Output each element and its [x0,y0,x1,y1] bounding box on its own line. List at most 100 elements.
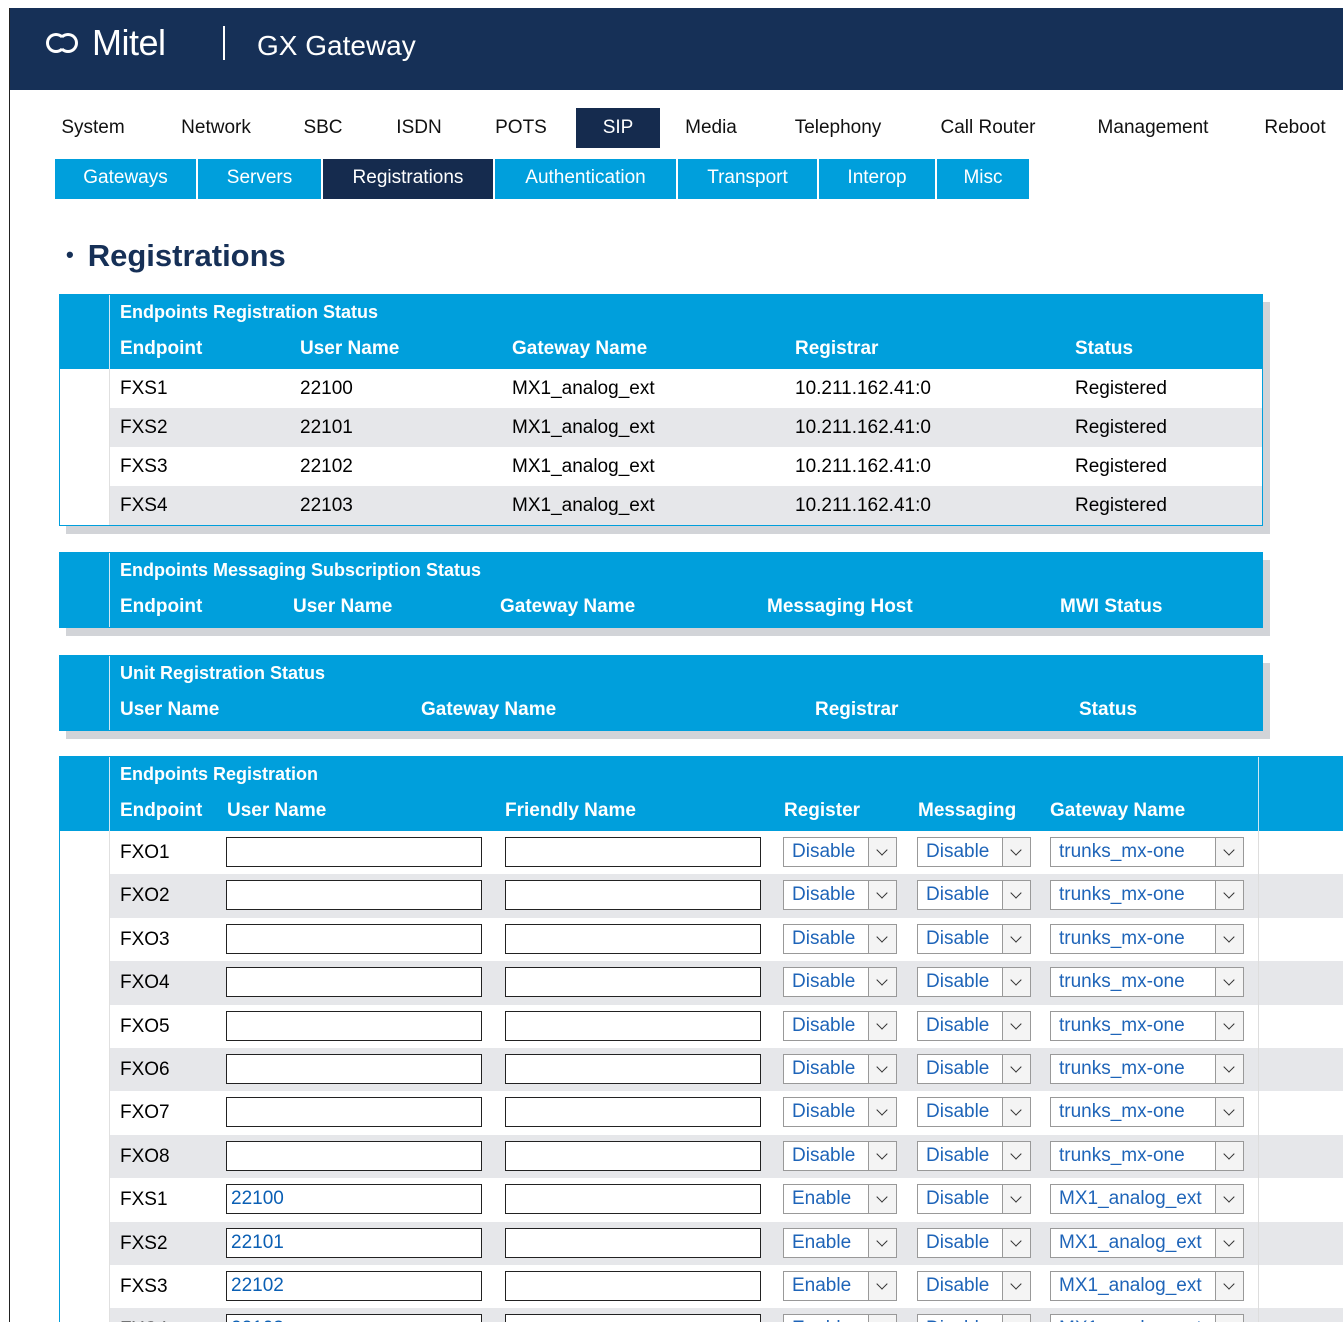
user-name-input[interactable]: 22103 [226,1314,482,1322]
nav-isdn[interactable]: ISDN [384,108,454,148]
messaging-select[interactable]: Disable [917,1140,1031,1171]
chevron-down-icon[interactable] [868,924,896,953]
register-select[interactable]: Disable [783,1053,897,1084]
chevron-down-icon[interactable] [868,1141,896,1170]
chevron-down-icon[interactable] [1002,1228,1030,1257]
chevron-down-icon[interactable] [868,968,896,997]
subtab-interop[interactable]: Interop [819,159,935,199]
register-select[interactable]: Enable [783,1270,897,1301]
subtab-servers[interactable]: Servers [198,159,321,199]
user-name-input[interactable]: 22101 [226,1227,482,1258]
nav-system[interactable]: System [47,108,139,148]
nav-management[interactable]: Management [1082,108,1224,148]
nav-media[interactable]: Media [674,108,748,148]
subtab-registrations[interactable]: Registrations [323,159,493,199]
chevron-down-icon[interactable] [868,1011,896,1040]
register-select[interactable]: Disable [783,880,897,911]
gateway-name-select[interactable]: trunks_mx-one [1050,1053,1244,1084]
user-name-input[interactable] [226,967,482,998]
messaging-select[interactable]: Disable [917,837,1031,867]
friendly-name-input[interactable] [505,837,761,867]
nav-network[interactable]: Network [168,108,264,148]
register-select[interactable]: Disable [783,1097,897,1128]
messaging-select[interactable]: Disable [917,880,1031,911]
gateway-name-select[interactable]: trunks_mx-one [1050,1010,1244,1041]
gateway-name-select[interactable]: MX1_analog_ext [1050,1270,1244,1301]
chevron-down-icon[interactable] [1002,838,1030,866]
friendly-name-input[interactable] [505,1227,761,1258]
chevron-down-icon[interactable] [1215,1271,1243,1300]
chevron-down-icon[interactable] [868,1098,896,1127]
friendly-name-input[interactable] [505,1097,761,1128]
chevron-down-icon[interactable] [868,838,896,866]
chevron-down-icon[interactable] [1002,1054,1030,1083]
friendly-name-input[interactable] [505,967,761,998]
messaging-select[interactable]: Disable [917,967,1031,998]
user-name-input[interactable] [226,1010,482,1041]
chevron-down-icon[interactable] [1215,838,1243,866]
chevron-down-icon[interactable] [1002,968,1030,997]
friendly-name-input[interactable] [505,923,761,954]
chevron-down-icon[interactable] [868,1054,896,1083]
messaging-select[interactable]: Disable [917,1227,1031,1258]
chevron-down-icon[interactable] [1215,924,1243,953]
chevron-down-icon[interactable] [1002,1141,1030,1170]
messaging-select[interactable]: Disable [917,1097,1031,1128]
gateway-name-select[interactable]: trunks_mx-one [1050,967,1244,998]
chevron-down-icon[interactable] [1002,881,1030,910]
register-select[interactable]: Disable [783,967,897,998]
friendly-name-input[interactable] [505,880,761,911]
gateway-name-select[interactable]: trunks_mx-one [1050,1140,1244,1171]
friendly-name-input[interactable] [505,1314,761,1322]
subtab-authentication[interactable]: Authentication [495,159,676,199]
chevron-down-icon[interactable] [1002,1011,1030,1040]
chevron-down-icon[interactable] [868,881,896,910]
register-select[interactable]: Enable [783,1227,897,1258]
subtab-misc[interactable]: Misc [937,159,1029,199]
chevron-down-icon[interactable] [1002,1271,1030,1300]
messaging-select[interactable]: Disable [917,1184,1031,1215]
user-name-input[interactable] [226,1053,482,1084]
chevron-down-icon[interactable] [1215,1011,1243,1040]
register-select[interactable]: Disable [783,837,897,867]
register-select[interactable]: Enable [783,1314,897,1322]
gateway-name-select[interactable]: trunks_mx-one [1050,880,1244,911]
messaging-select[interactable]: Disable [917,1010,1031,1041]
user-name-input[interactable] [226,1140,482,1171]
messaging-select[interactable]: Disable [917,1314,1031,1322]
mitel-logo[interactable]: Mitel [44,22,166,64]
friendly-name-input[interactable] [505,1140,761,1171]
chevron-down-icon[interactable] [1215,1185,1243,1214]
messaging-select[interactable]: Disable [917,1270,1031,1301]
user-name-input[interactable] [226,1097,482,1128]
register-select[interactable]: Disable [783,1010,897,1041]
register-select[interactable]: Disable [783,1140,897,1171]
gateway-name-select[interactable]: trunks_mx-one [1050,923,1244,954]
user-name-input[interactable]: 22102 [226,1270,482,1301]
register-select[interactable]: Disable [783,923,897,954]
gateway-name-select[interactable]: MX1_analog_ext [1050,1314,1244,1322]
friendly-name-input[interactable] [505,1053,761,1084]
chevron-down-icon[interactable] [1215,968,1243,997]
user-name-input[interactable] [226,923,482,954]
nav-call-router[interactable]: Call Router [928,108,1048,148]
gateway-name-select[interactable]: trunks_mx-one [1050,837,1244,867]
nav-sbc[interactable]: SBC [293,108,353,148]
chevron-down-icon[interactable] [1215,1315,1243,1322]
chevron-down-icon[interactable] [1002,1098,1030,1127]
gateway-name-select[interactable]: MX1_analog_ext [1050,1227,1244,1258]
user-name-input[interactable] [226,837,482,867]
friendly-name-input[interactable] [505,1010,761,1041]
chevron-down-icon[interactable] [1215,1054,1243,1083]
chevron-down-icon[interactable] [1002,1185,1030,1214]
chevron-down-icon[interactable] [1215,1098,1243,1127]
user-name-input[interactable]: 22100 [226,1184,482,1215]
chevron-down-icon[interactable] [868,1185,896,1214]
messaging-select[interactable]: Disable [917,923,1031,954]
chevron-down-icon[interactable] [868,1315,896,1322]
chevron-down-icon[interactable] [1215,1228,1243,1257]
chevron-down-icon[interactable] [868,1271,896,1300]
subtab-gateways[interactable]: Gateways [55,159,196,199]
gateway-name-select[interactable]: trunks_mx-one [1050,1097,1244,1128]
nav-sip[interactable]: SIP [576,108,660,148]
